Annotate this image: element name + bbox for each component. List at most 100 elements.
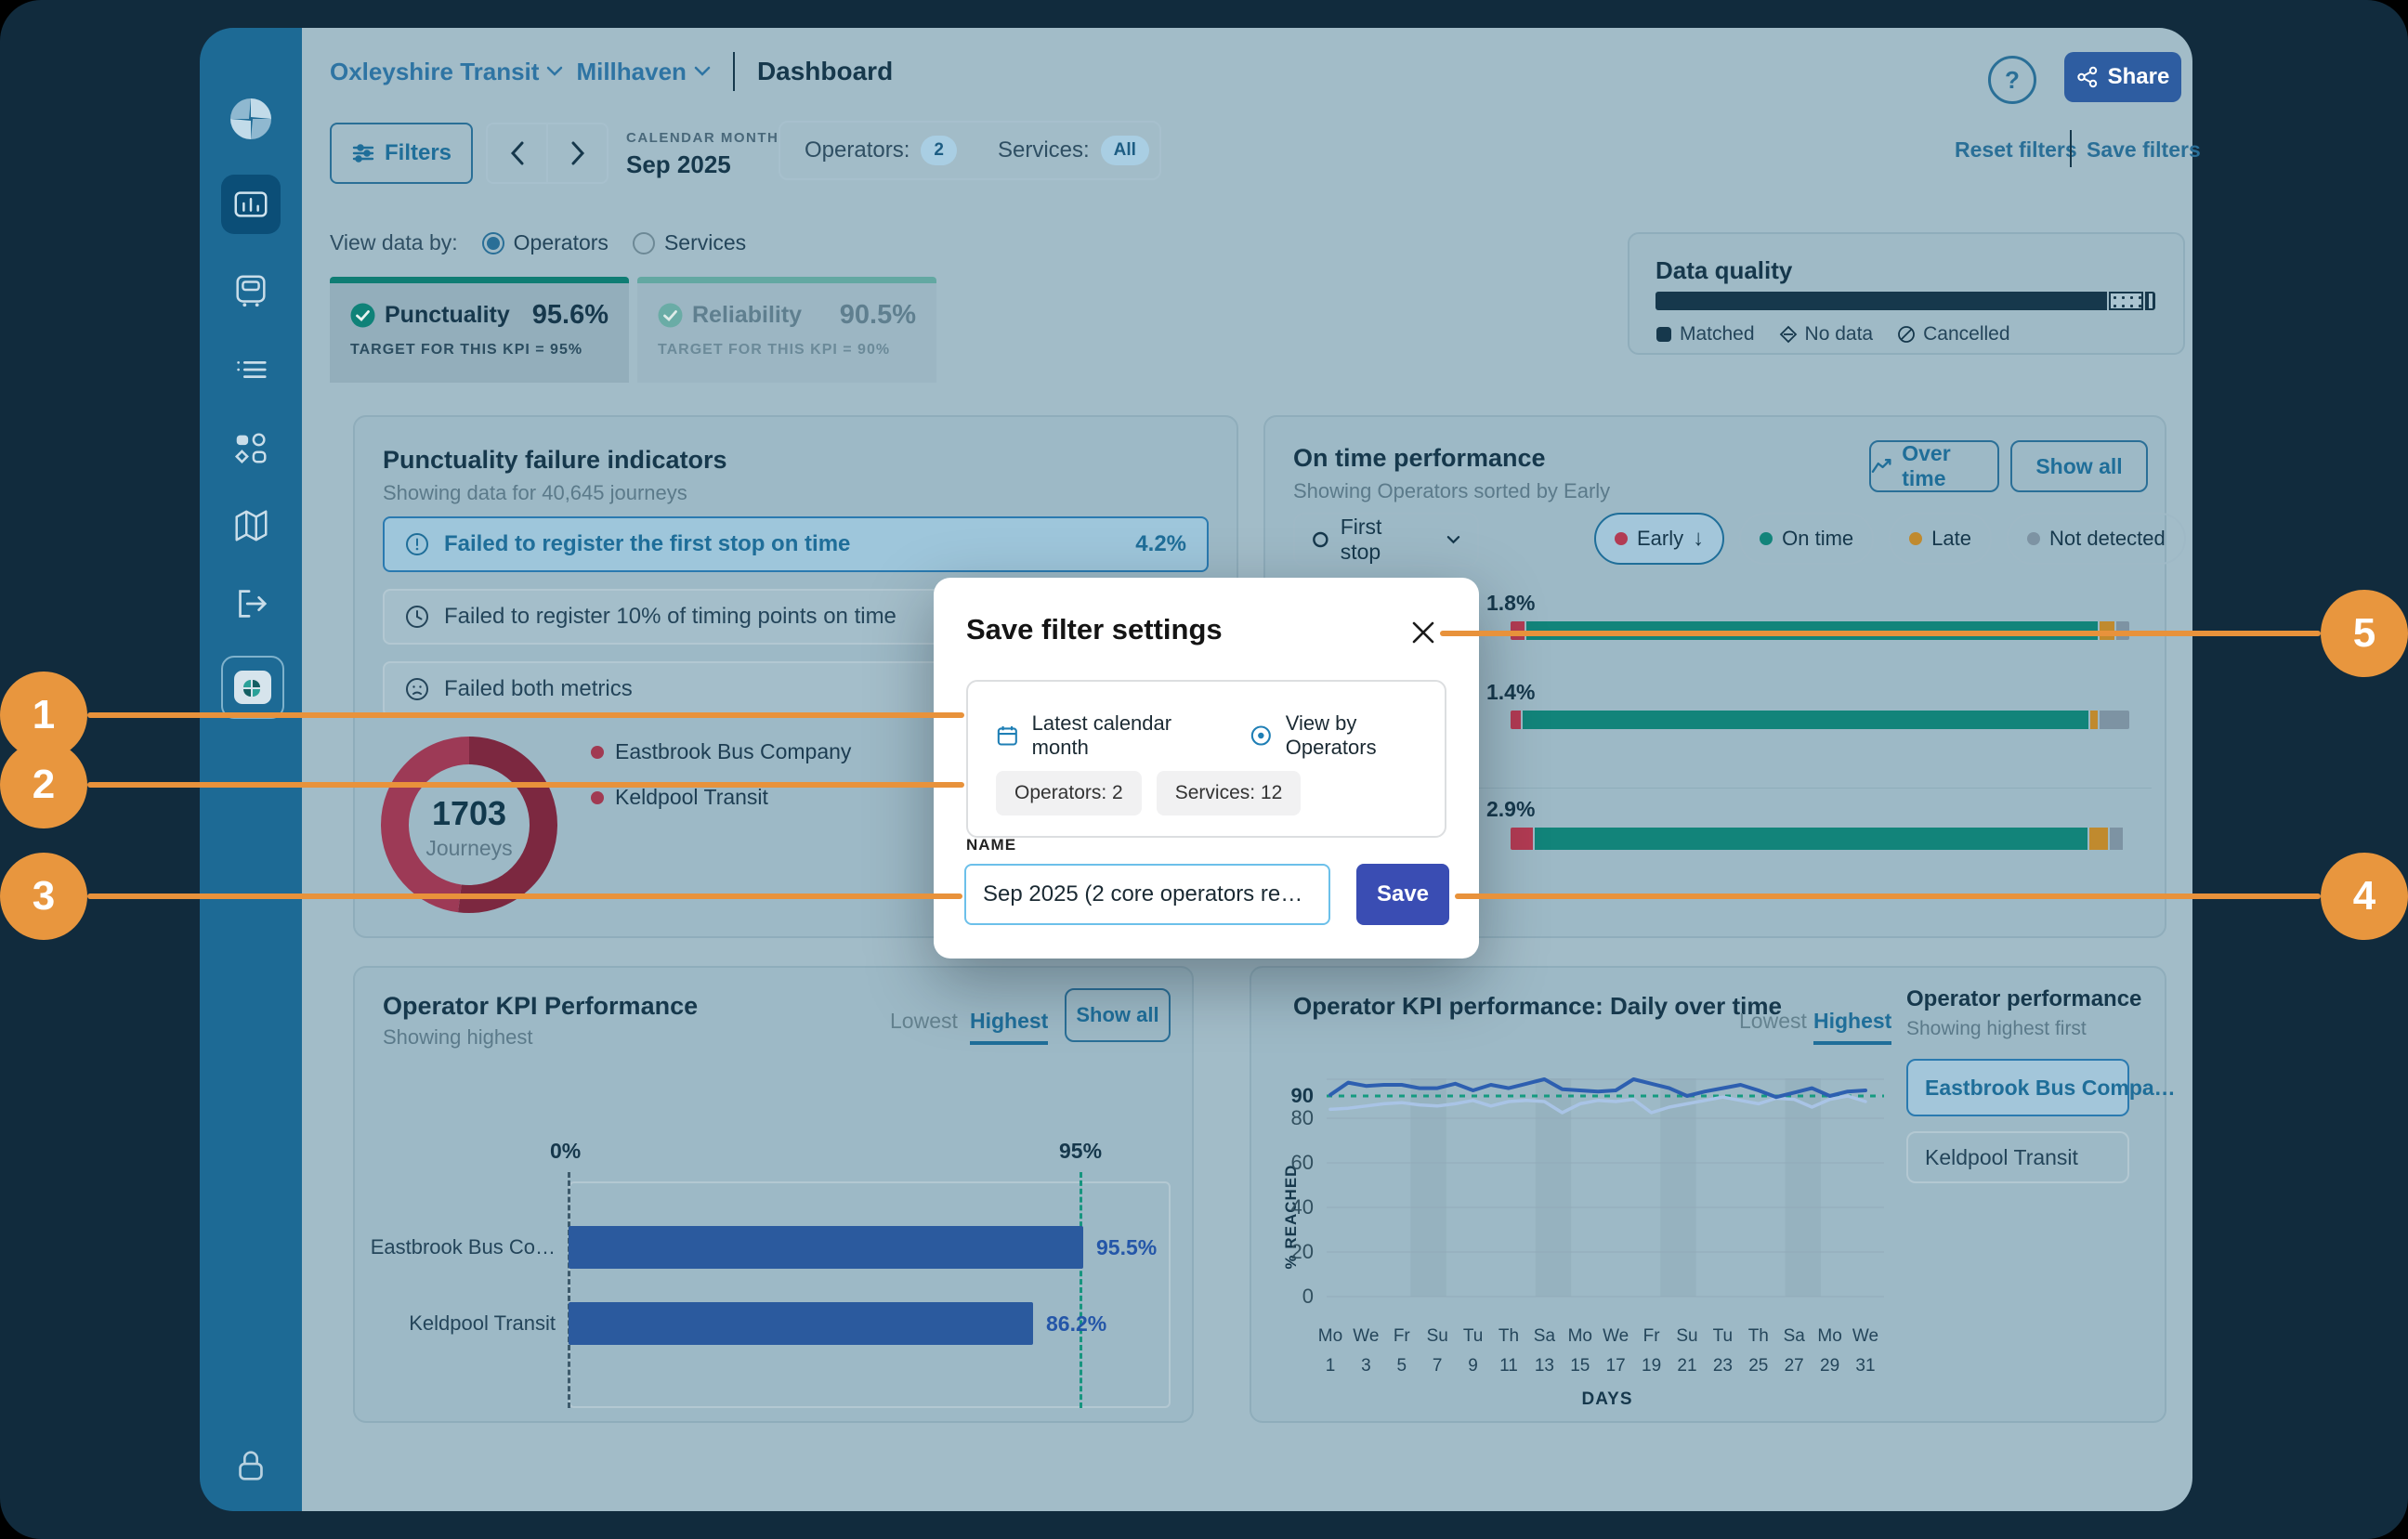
modal-title: Save filter settings bbox=[966, 613, 1223, 646]
modal-name-input[interactable]: Sep 2025 (2 core operators re… bbox=[964, 864, 1330, 925]
weekend-band bbox=[1660, 1078, 1695, 1297]
sidebar-item-vehicles[interactable] bbox=[221, 265, 281, 317]
show-all-label: Show all bbox=[2035, 454, 2122, 479]
early-percent-label: 1.8% bbox=[1486, 591, 2129, 616]
data-quality-bar bbox=[1656, 292, 2155, 310]
filter-summary[interactable]: Operators: 2 Services: All bbox=[779, 121, 1161, 180]
daily-ytick: 40 bbox=[1256, 1195, 1314, 1219]
tab-punctuality[interactable]: Punctuality 95.6% TARGET FOR THIS KPI = … bbox=[330, 277, 629, 383]
legend-dot-icon bbox=[2027, 532, 2040, 545]
lowest-toggle[interactable]: Lowest bbox=[890, 1009, 958, 1034]
radio-services[interactable]: Services bbox=[633, 230, 746, 255]
next-month-button[interactable] bbox=[548, 124, 607, 182]
operator-button-keldpool[interactable]: Keldpool Transit bbox=[1906, 1131, 2129, 1183]
daily-xtick-dow: Tu bbox=[1455, 1326, 1492, 1347]
share-button[interactable]: Share bbox=[2064, 52, 2181, 102]
zero-axis-line bbox=[568, 1172, 570, 1408]
reset-filters-link[interactable]: Reset filters bbox=[1955, 137, 2077, 163]
daily-xtick-day: 19 bbox=[1633, 1356, 1670, 1376]
data-quality-panel: Data quality Matched No data Cancelled bbox=[1628, 232, 2185, 355]
callout-line-5 bbox=[1440, 631, 2321, 636]
radio-unselected-icon bbox=[633, 232, 655, 254]
ontime-show-all-button[interactable]: Show all bbox=[2010, 440, 2148, 492]
donut-legend: Eastbrook Bus CompanyKeldpool Transit bbox=[591, 739, 851, 810]
sidebar-item-dashboard[interactable] bbox=[221, 175, 281, 234]
donut-total: 1703 bbox=[381, 794, 557, 833]
over-time-button[interactable]: Over time bbox=[1869, 440, 1999, 492]
no-data-icon bbox=[1779, 325, 1798, 344]
over-time-label: Over time bbox=[1902, 441, 1997, 491]
chip-label: Not detected bbox=[2049, 527, 2166, 551]
legend-dot-icon bbox=[1909, 532, 1922, 545]
check-circle-icon bbox=[658, 303, 683, 328]
daily-xtick-day: 31 bbox=[1847, 1356, 1884, 1376]
modal-summary-box: Latest calendar month View by Operators … bbox=[966, 680, 1446, 838]
chip-early[interactable]: Early↓ bbox=[1594, 513, 1724, 565]
daily-line-chart bbox=[1327, 1073, 1888, 1303]
modal-save-button[interactable]: Save bbox=[1356, 864, 1449, 925]
punctuality-card-subtitle: Showing data for 40,645 journeys bbox=[383, 481, 687, 505]
sidebar-item-logout[interactable] bbox=[221, 578, 281, 630]
kpi-show-all-button[interactable]: Show all bbox=[1065, 988, 1171, 1042]
breadcrumb-area[interactable]: Millhaven bbox=[576, 58, 710, 86]
daily-xtick-day: 25 bbox=[1740, 1356, 1777, 1376]
chevron-down-icon bbox=[694, 66, 711, 77]
legend-no-data: No data bbox=[1779, 323, 1874, 346]
modal-chips: Operators: 2 Services: 12 bbox=[996, 771, 1301, 815]
daily-ytick: 0 bbox=[1256, 1285, 1314, 1309]
cancelled-icon bbox=[1897, 325, 1916, 344]
punctuality-card-title: Punctuality failure indicators bbox=[383, 446, 727, 475]
chip-label: On time bbox=[1782, 527, 1853, 551]
kpi-bar-label: Keldpool Transit bbox=[342, 1311, 556, 1336]
early-percent-label: 1.4% bbox=[1486, 680, 2129, 705]
data-quality-legend: Matched No data Cancelled bbox=[1656, 323, 2010, 346]
screenshot-root: Oxleyshire Transit Millhaven Dashboard ?… bbox=[0, 0, 2408, 1539]
save-filters-link[interactable]: Save filters bbox=[2087, 137, 2201, 163]
page-title: Dashboard bbox=[757, 57, 893, 86]
daily-xtick-day: 21 bbox=[1669, 1356, 1706, 1376]
breadcrumb: Oxleyshire Transit Millhaven Dashboard bbox=[330, 51, 893, 92]
indicator-label: Failed to register the first stop on tim… bbox=[444, 531, 850, 557]
daily-xtick-dow: Mo bbox=[1812, 1326, 1849, 1347]
modal-close-button[interactable] bbox=[1406, 615, 1441, 650]
sidebar-item-lock[interactable] bbox=[221, 1440, 281, 1492]
help-button[interactable]: ? bbox=[1988, 56, 2036, 104]
daily-highest-toggle[interactable]: Highest bbox=[1813, 1009, 1891, 1045]
bar-segment bbox=[2100, 711, 2129, 729]
daily-xtick-dow: Su bbox=[1669, 1326, 1706, 1347]
indicator-row[interactable]: Failed to register the first stop on tim… bbox=[383, 516, 1209, 572]
indicator-label: Failed both metrics bbox=[444, 676, 633, 702]
chip-on-time[interactable]: On time bbox=[1739, 513, 1874, 565]
sidebar-item-map[interactable] bbox=[221, 500, 281, 552]
calendar-month-label: CALENDAR MONTH bbox=[626, 130, 779, 146]
bar-segment bbox=[1511, 711, 1521, 729]
breadcrumb-org[interactable]: Oxleyshire Transit bbox=[330, 58, 563, 86]
modal-view-label: View by Operators bbox=[1286, 711, 1445, 760]
sidebar-item-categories[interactable] bbox=[221, 422, 281, 474]
month-nav bbox=[486, 123, 609, 184]
daily-lowest-toggle[interactable]: Lowest bbox=[1739, 1009, 1807, 1034]
radio-selected-icon bbox=[482, 232, 504, 254]
chip-not-detected[interactable]: Not detected bbox=[2007, 513, 2186, 565]
frown-icon bbox=[405, 677, 429, 701]
kpi-bar bbox=[569, 1302, 1033, 1345]
sidebar-item-list[interactable] bbox=[221, 344, 281, 396]
indicator-label: Failed to register 10% of timing points … bbox=[444, 604, 896, 630]
radio-operators[interactable]: Operators bbox=[482, 230, 609, 255]
chip-late[interactable]: Late bbox=[1889, 513, 1992, 565]
operator-button-eastbrook[interactable]: Eastbrook Bus Compa… bbox=[1906, 1059, 2129, 1116]
sidebar-item-app-shortcut[interactable] bbox=[221, 656, 284, 719]
prev-month-button[interactable] bbox=[488, 124, 548, 182]
tab-reliability[interactable]: Reliability 90.5% TARGET FOR THIS KPI = … bbox=[637, 277, 936, 383]
links-divider bbox=[2070, 130, 2072, 167]
first-stop-select[interactable]: First stop bbox=[1293, 513, 1479, 567]
filters-button[interactable]: Filters bbox=[330, 123, 473, 184]
view-by-icon bbox=[1250, 724, 1273, 748]
daily-xtick-day: 11 bbox=[1490, 1356, 1527, 1376]
daily-xtick-day: 5 bbox=[1383, 1356, 1420, 1376]
daily-xtick-day: 29 bbox=[1812, 1356, 1849, 1376]
weekend-band bbox=[1410, 1078, 1446, 1297]
kpi-value: 95.6% bbox=[532, 300, 609, 331]
highest-toggle[interactable]: Highest bbox=[970, 1009, 1048, 1045]
daily-xtick-day: 23 bbox=[1704, 1356, 1741, 1376]
